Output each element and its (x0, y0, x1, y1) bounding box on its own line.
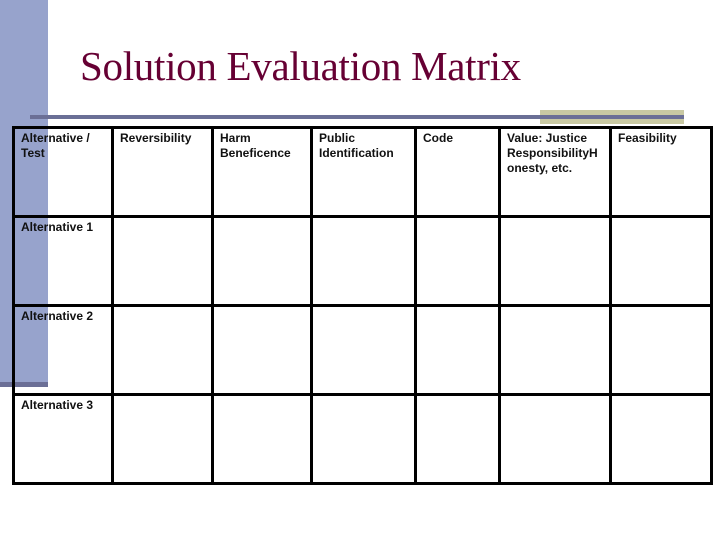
table-cell (211, 215, 313, 307)
header-feasibility: Feasibility (609, 126, 713, 218)
table-cell (111, 215, 214, 307)
slide-title: Solution Evaluation Matrix (80, 43, 521, 89)
table-cell (211, 304, 313, 396)
row-label: Alternative 3 (12, 393, 114, 485)
table-cell (414, 393, 501, 485)
table-header-row: Alternative / Test Reversibility Harm Be… (12, 126, 713, 218)
header-public-identification: Public Identification (310, 126, 417, 218)
table-cell (414, 215, 501, 307)
header-code: Code (414, 126, 501, 218)
table-cell (414, 304, 501, 396)
title-rule (30, 115, 684, 119)
header-harm-beneficence: Harm Beneficence (211, 126, 313, 218)
table-cell (310, 215, 417, 307)
header-value-line3: onesty, etc. (507, 161, 573, 175)
header-value-line2: ResponsibilityH (507, 146, 598, 160)
table-row: Alternative 1 (12, 215, 713, 307)
header-alternative-test: Alternative / Test (12, 126, 114, 218)
row-label: Alternative 1 (12, 215, 114, 307)
table-row: Alternative 3 (12, 393, 713, 485)
table-cell (211, 393, 313, 485)
table-cell (498, 304, 612, 396)
table-row: Alternative 2 (12, 304, 713, 396)
table-cell (609, 393, 713, 485)
table-cell (609, 215, 713, 307)
table-cell (310, 304, 417, 396)
evaluation-matrix-table: Alternative / Test Reversibility Harm Be… (12, 126, 713, 485)
table-cell (111, 393, 214, 485)
table-cell (498, 393, 612, 485)
header-value: Value: Justice ResponsibilityH onesty, etc… (498, 126, 612, 218)
table-cell (609, 304, 713, 396)
header-reversibility: Reversibility (111, 126, 214, 218)
table-cell (310, 393, 417, 485)
header-value-line1: Value: Justice (507, 131, 588, 145)
table-cell (498, 215, 612, 307)
table-cell (111, 304, 214, 396)
row-label: Alternative 2 (12, 304, 114, 396)
